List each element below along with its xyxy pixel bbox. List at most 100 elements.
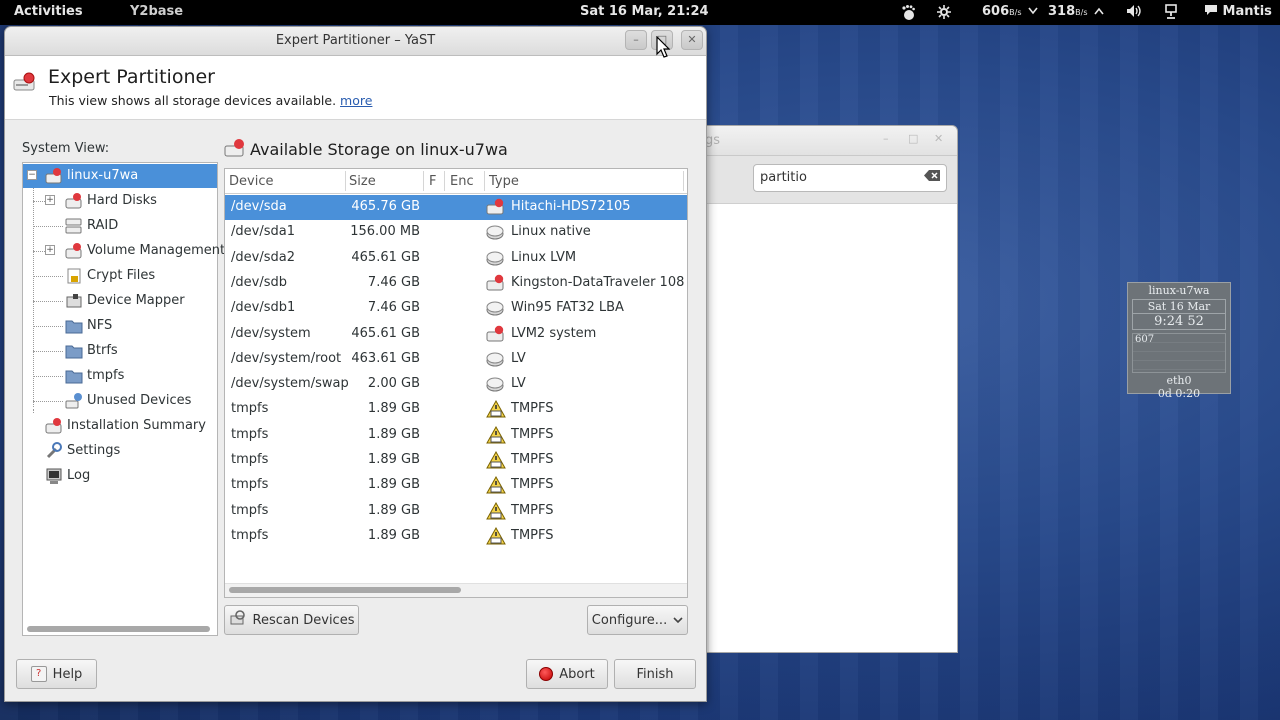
table-row[interactable]: /dev/sda2 465.61 GB Linux LVM (225, 246, 687, 271)
tree-item-volume-management[interactable]: + Volume Management (23, 239, 225, 263)
tree-item-device-mapper[interactable]: Device Mapper (23, 289, 217, 313)
table-row[interactable]: tmpfs 1.89 GB TMPFS (225, 524, 687, 549)
column-f[interactable]: F (429, 174, 436, 189)
window-titlebar[interactable]: Expert Partitioner – YaST – □ ✕ (5, 27, 706, 56)
tree-item-label: Hard Disks (87, 193, 157, 208)
volume-management-icon (65, 242, 83, 260)
table-row[interactable]: tmpfs 1.89 GB TMPFS (225, 473, 687, 498)
minimize-icon[interactable]: – (883, 132, 889, 145)
table-row[interactable]: /dev/system 465.61 GB LVM2 system (225, 322, 687, 347)
column-size[interactable]: Size (349, 174, 376, 189)
close-icon[interactable]: ✕ (934, 132, 943, 145)
background-window-titlebar[interactable]: gs – □ ✕ (701, 126, 957, 156)
hard-disk-icon (486, 198, 506, 216)
hard-disk-icon (224, 138, 246, 162)
minimize-button[interactable]: – (625, 30, 647, 50)
monitor-date: Sat 16 Mar (1132, 299, 1226, 314)
clock[interactable]: Sat 16 Mar, 21:24 (580, 4, 709, 19)
close-button[interactable]: ✕ (681, 30, 703, 50)
tree-item-log[interactable]: Log (23, 464, 217, 488)
table-row[interactable]: tmpfs 1.89 GB TMPFS (225, 397, 687, 422)
table-row[interactable]: /dev/sdb 7.46 GB Kingston-DataTraveler 108 (225, 271, 687, 296)
tree-item-tmpfs[interactable]: tmpfs (23, 364, 217, 388)
cell-size: 156.00 MB (350, 224, 420, 240)
system-view-tree[interactable]: − linux-u7wa + Hard Disks RAID + Volume … (22, 162, 225, 636)
table-row[interactable]: /dev/sda1 156.00 MB Linux native (225, 220, 687, 245)
cell-type: TMPFS (511, 477, 554, 493)
cell-type: LVM2 system (511, 325, 597, 341)
gnome-foot-icon[interactable] (900, 4, 916, 25)
user-menu[interactable]: Mantis (1204, 4, 1272, 19)
background-window-content (709, 204, 957, 652)
table-row[interactable]: /dev/sdb1 7.46 GB Win95 FAT32 LBA (225, 296, 687, 321)
expand-icon[interactable]: + (45, 245, 55, 255)
search-input[interactable]: partitio (753, 164, 947, 192)
configure-button[interactable]: Configure... (587, 605, 688, 635)
tree-item-settings[interactable]: Settings (23, 439, 217, 463)
more-link[interactable]: more (340, 93, 372, 108)
storage-table[interactable]: Device Size F Enc Type /dev/sda 465.76 GB… (224, 168, 688, 598)
tree-item-hard-disks[interactable]: + Hard Disks (23, 189, 217, 213)
table-row[interactable]: tmpfs 1.89 GB TMPFS (225, 423, 687, 448)
cell-device: tmpfs (231, 502, 269, 518)
expand-icon[interactable]: + (45, 195, 55, 205)
page-header: Expert Partitioner This view shows all s… (5, 56, 706, 120)
cell-device: /dev/sda (231, 199, 287, 214)
background-window-title: gs (705, 133, 721, 148)
user-name: Mantis (1222, 4, 1272, 19)
cell-device: tmpfs (231, 527, 269, 543)
tree-item-btrfs[interactable]: Btrfs (23, 339, 217, 363)
tmpfs-warning-icon (486, 450, 506, 469)
stop-icon (539, 667, 554, 681)
monitor-hostname: linux-u7wa (1148, 284, 1210, 297)
table-row[interactable]: /dev/system/root 463.61 GB LV (225, 347, 687, 372)
volume-icon[interactable] (1126, 4, 1142, 22)
tree-item-label: Installation Summary (67, 418, 206, 433)
column-enc[interactable]: Enc (450, 174, 474, 189)
tree-item-label: Btrfs (87, 343, 118, 358)
finish-button[interactable]: Finish (614, 659, 696, 689)
system-view-label: System View: (22, 141, 110, 156)
network-activity-icon[interactable] (936, 4, 952, 24)
table-header: Device Size F Enc Type (225, 169, 687, 194)
tree-item-label: RAID (87, 218, 119, 233)
app-menu[interactable]: Y2base (130, 4, 183, 19)
activities-button[interactable]: Activities (14, 4, 83, 19)
maximize-icon[interactable]: □ (908, 132, 918, 145)
table-row[interactable]: tmpfs 1.89 GB TMPFS (225, 499, 687, 524)
column-type[interactable]: Type (489, 174, 519, 189)
cell-type: TMPFS (511, 527, 554, 543)
abort-button[interactable]: Abort (526, 659, 608, 689)
table-row[interactable]: /dev/sda 465.76 GB Hitachi-HDS72105 (225, 195, 687, 220)
tree-item-crypt-files[interactable]: Crypt Files (23, 264, 217, 288)
help-button[interactable]: ? Help (16, 659, 97, 689)
tree-item-linux-u7wa[interactable]: − linux-u7wa (23, 164, 217, 188)
tree-item-unused-devices[interactable]: Unused Devices (23, 389, 217, 413)
column-separator (444, 171, 445, 191)
tree-scrollbar[interactable] (27, 626, 210, 632)
tmpfs-warning-icon (486, 501, 506, 520)
net-upload-rate: 318B/s (1048, 4, 1104, 19)
log-icon (45, 467, 63, 485)
window-title: Expert Partitioner – YaST (275, 33, 436, 48)
raid-icon (65, 217, 83, 235)
column-device[interactable]: Device (229, 174, 273, 189)
tree-item-installation-summary[interactable]: Installation Summary (23, 414, 217, 438)
accessibility-icon[interactable] (1164, 4, 1178, 24)
tree-line (33, 276, 63, 277)
net-download-unit: B/s (1009, 8, 1022, 17)
clear-search-icon[interactable] (924, 170, 940, 184)
cell-type: TMPFS (511, 426, 554, 442)
tree-item-nfs[interactable]: NFS (23, 314, 217, 338)
table-scrollbar[interactable] (229, 587, 461, 593)
collapse-icon[interactable]: − (27, 170, 37, 180)
abort-label: Abort (559, 666, 595, 682)
cell-type: LV (511, 350, 526, 366)
rescan-devices-button[interactable]: Rescan Devices (224, 605, 359, 635)
cell-size: 465.61 GB (351, 249, 420, 265)
tree-item-raid[interactable]: RAID (23, 214, 217, 238)
column-separator (484, 171, 485, 191)
background-window[interactable]: gs – □ ✕ partitio (700, 125, 958, 653)
table-row[interactable]: tmpfs 1.89 GB TMPFS (225, 448, 687, 473)
table-row[interactable]: /dev/system/swap 2.00 GB LV (225, 372, 687, 397)
